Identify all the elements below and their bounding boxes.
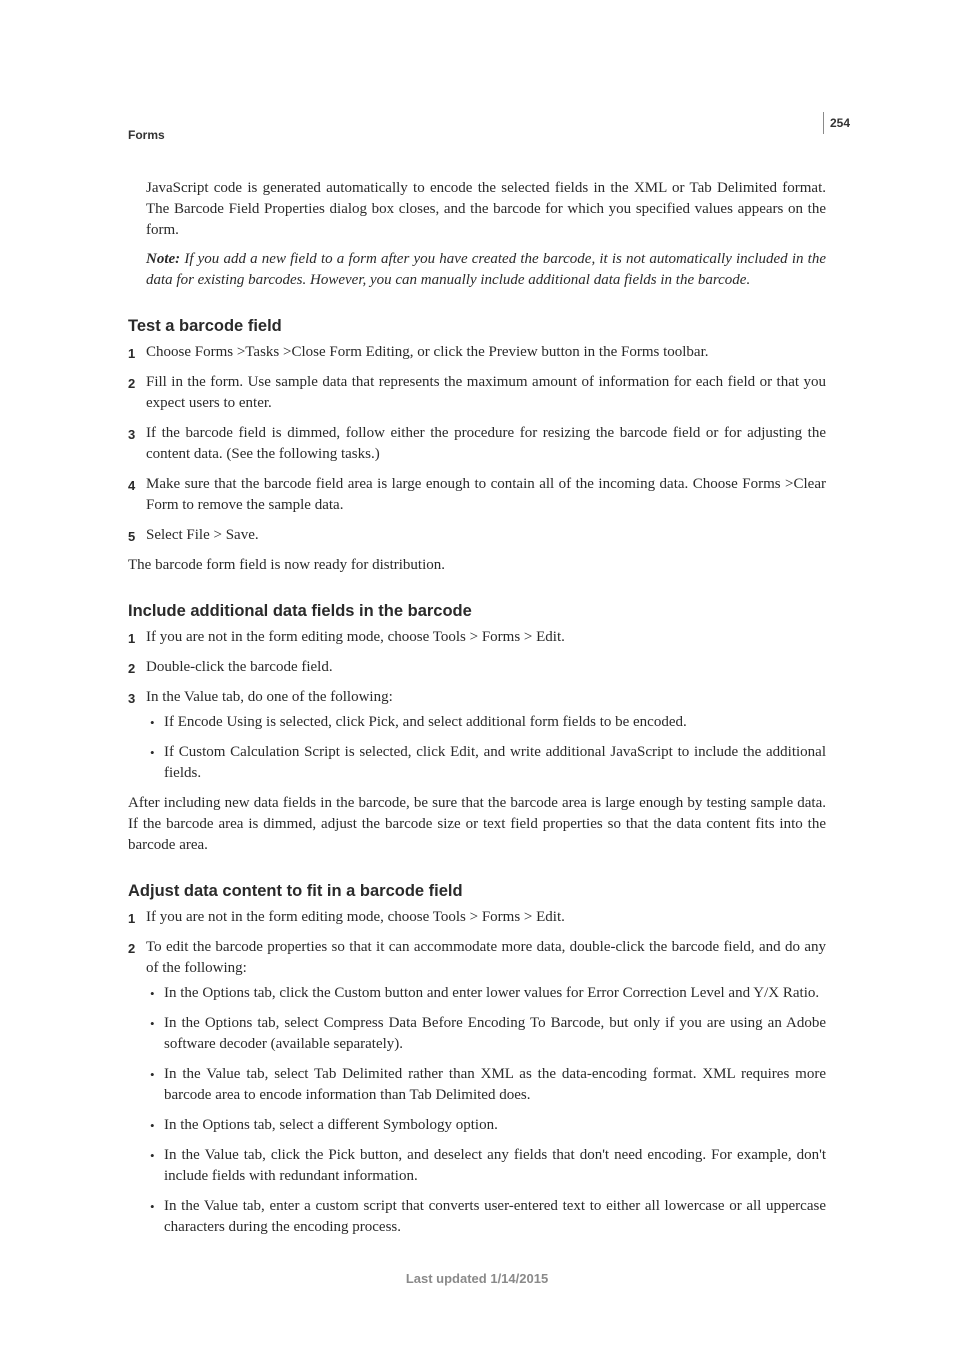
list-item: Choose Forms >Tasks >Close Form Editing,… xyxy=(128,342,826,363)
list-item: If you are not in the form editing mode,… xyxy=(128,907,826,928)
page: 254 Forms JavaScript code is generated a… xyxy=(0,0,954,1350)
intro-note: Note: If you add a new field to a form a… xyxy=(146,249,826,291)
heading-include-additional: Include additional data fields in the ba… xyxy=(128,602,826,621)
page-number: 254 xyxy=(823,112,850,134)
note-label: Note: xyxy=(146,251,180,267)
list-item: If you are not in the form editing mode,… xyxy=(128,627,826,648)
list-item: In the Value tab, enter a custom script … xyxy=(146,1196,826,1238)
list-item: In the Options tab, click the Custom but… xyxy=(146,983,826,1004)
sec2-after: After including new data fields in the b… xyxy=(128,793,826,856)
list-item: Select File > Save. xyxy=(128,525,826,546)
footer: Last updated 1/14/2015 xyxy=(0,1271,954,1286)
note-text: If you add a new field to a form after y… xyxy=(146,251,826,288)
sec1-steps: Choose Forms >Tasks >Close Form Editing,… xyxy=(128,342,826,546)
sec3-bullets: In the Options tab, click the Custom but… xyxy=(146,983,826,1238)
list-item: To edit the barcode properties so that i… xyxy=(128,937,826,1238)
list-item-text: In the Value tab, do one of the followin… xyxy=(146,689,393,705)
list-item: In the Value tab, do one of the followin… xyxy=(128,687,826,784)
list-item: In the Value tab, click the Pick button,… xyxy=(146,1145,826,1187)
list-item: If the barcode field is dimmed, follow e… xyxy=(128,423,826,465)
list-item: In the Value tab, select Tab Delimited r… xyxy=(146,1064,826,1106)
list-item: Make sure that the barcode field area is… xyxy=(128,474,826,516)
list-item: If Encode Using is selected, click Pick,… xyxy=(146,712,826,733)
list-item: Double-click the barcode field. xyxy=(128,657,826,678)
intro-block: JavaScript code is generated automatical… xyxy=(146,178,826,291)
list-item: In the Options tab, select a different S… xyxy=(146,1115,826,1136)
sec2-steps: If you are not in the form editing mode,… xyxy=(128,627,826,784)
list-item: Fill in the form. Use sample data that r… xyxy=(128,372,826,414)
list-item: In the Options tab, select Compress Data… xyxy=(146,1013,826,1055)
heading-adjust-data: Adjust data content to fit in a barcode … xyxy=(128,882,826,901)
list-item-text: To edit the barcode properties so that i… xyxy=(146,939,826,976)
sec1-after: The barcode form field is now ready for … xyxy=(128,555,826,576)
heading-test-barcode: Test a barcode field xyxy=(128,317,826,336)
list-item: If Custom Calculation Script is selected… xyxy=(146,742,826,784)
sec2-bullets: If Encode Using is selected, click Pick,… xyxy=(146,712,826,784)
sec3-steps: If you are not in the form editing mode,… xyxy=(128,907,826,1238)
running-header: Forms xyxy=(128,128,826,142)
intro-para: JavaScript code is generated automatical… xyxy=(146,178,826,241)
